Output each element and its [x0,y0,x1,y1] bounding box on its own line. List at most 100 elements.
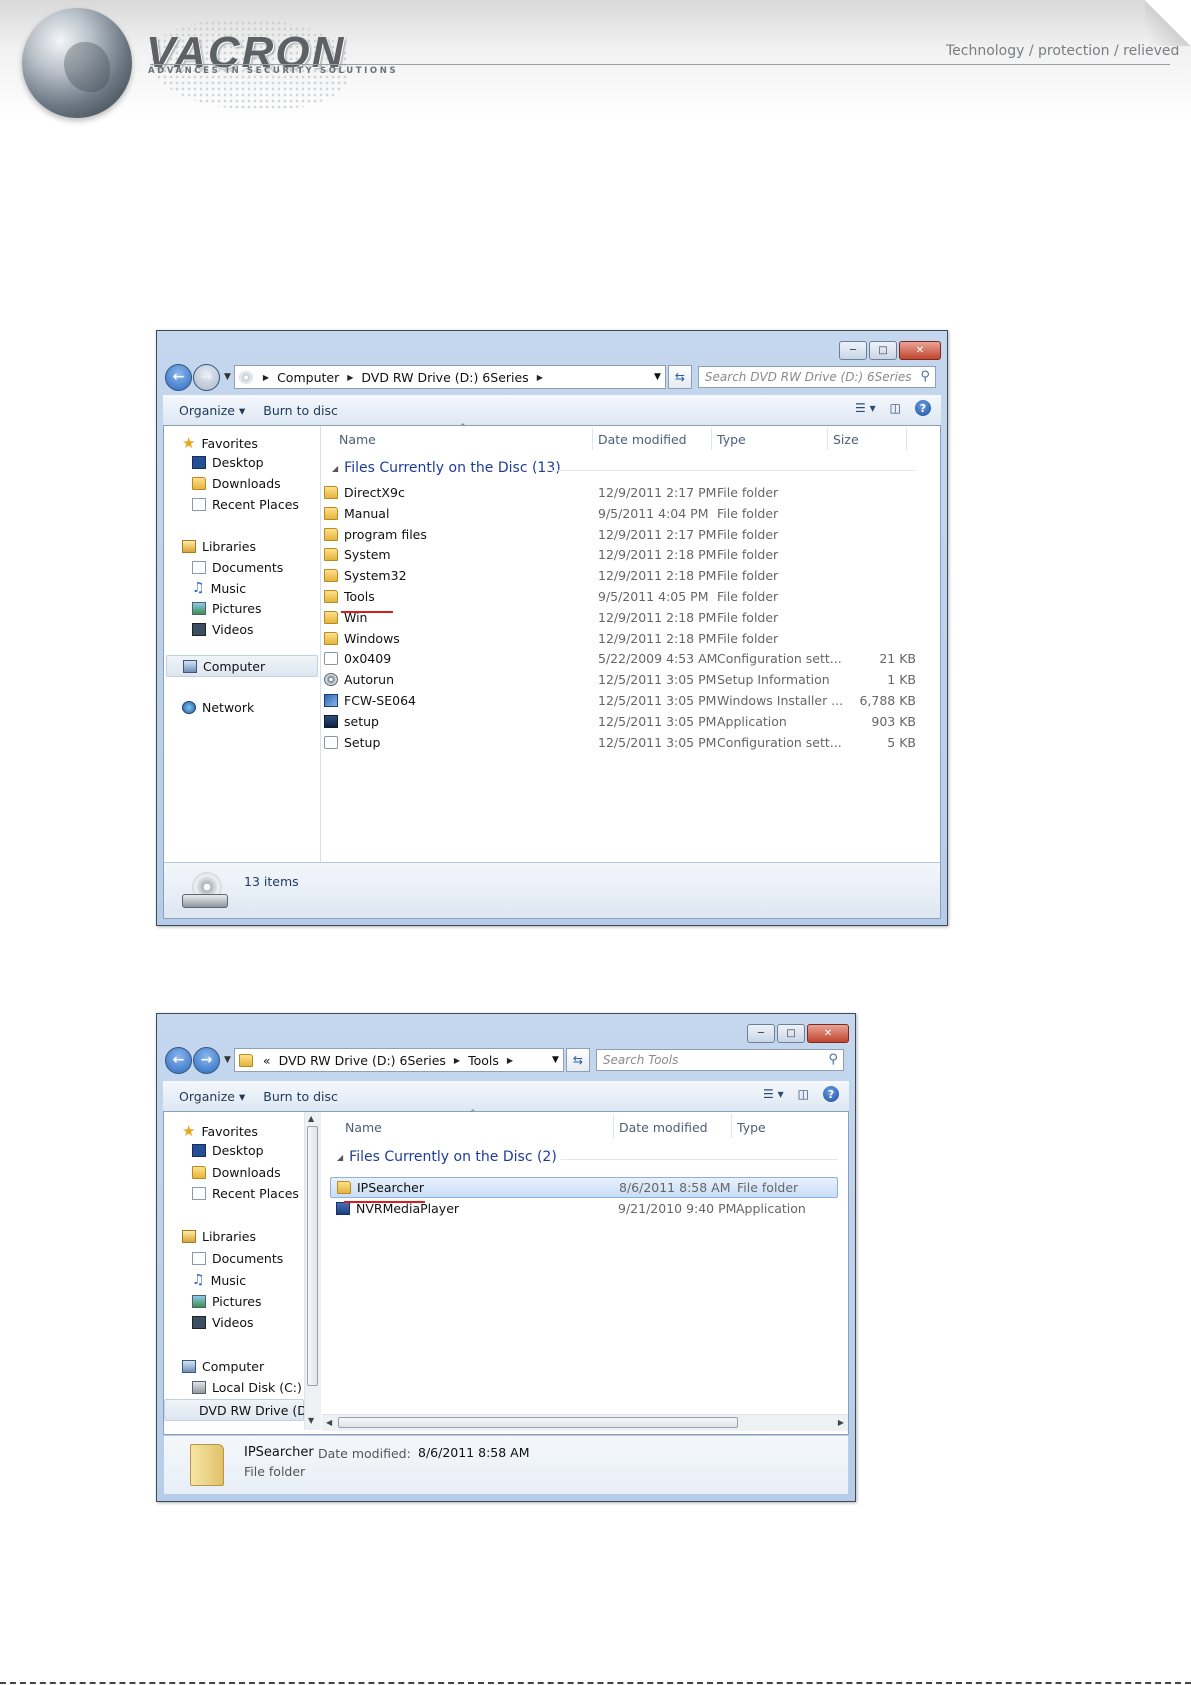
maximize-button[interactable]: □ [869,341,897,360]
group-header[interactable]: ◢ Files Currently on the Disc (13) [332,460,561,476]
back-button[interactable]: ← [165,363,192,391]
nav-libraries[interactable]: Libraries [182,1229,256,1244]
scroll-thumb[interactable] [307,1126,318,1386]
collapse-triangle-icon[interactable]: ◢ [332,464,338,473]
column-type[interactable]: Type [737,1120,766,1135]
nav-computer[interactable]: Computer [182,1359,264,1374]
column-type[interactable]: Type [717,432,746,447]
nav-music[interactable]: ♫ Music [192,580,246,596]
back-button[interactable]: ← [165,1046,192,1074]
file-list-horizontal-scrollbar[interactable]: ◀ ▶ [322,1414,848,1431]
breadcrumb-tools[interactable]: Tools [468,1053,499,1068]
file-row[interactable]: System 12/9/2011 2:18 PM File folder [324,546,920,565]
column-name[interactable]: Name [345,1120,382,1135]
file-row[interactable]: 0x0409 5/22/2009 4:53 AM Configuration set… [324,650,920,669]
chevron-down-icon[interactable]: ▼ [654,372,661,382]
address-bar[interactable]: « DVD RW Drive (D:) 6Series ▶ Tools ▶ ▼ [233,1048,564,1072]
search-placeholder: Search DVD RW Drive (D:) 6Series [704,370,912,384]
nav-videos[interactable]: Videos [192,622,254,637]
collapse-triangle-icon[interactable]: ◢ [337,1153,343,1162]
nav-label: Pictures [212,601,262,616]
organize-menu[interactable]: Organize ▾ [179,1089,245,1104]
file-row[interactable]: FCW-SE064 12/5/2011 3:05 PM Windows Instal… [324,692,920,711]
nav-desktop[interactable]: Desktop [192,455,264,470]
nav-recent-places[interactable]: Recent Places [192,497,299,512]
nav-network[interactable]: Network [182,700,254,715]
refresh-button[interactable]: ⇆ [667,365,692,389]
scroll-thumb[interactable] [338,1417,738,1428]
recent-pages-dropdown-icon[interactable]: ▼ [224,1055,231,1065]
forward-button[interactable]: → [193,363,220,391]
file-row[interactable]: DirectX9c 12/9/2011 2:17 PM File folder [324,484,920,503]
breadcrumb-computer[interactable]: Computer [277,370,339,385]
nav-music[interactable]: ♫ Music [192,1272,246,1288]
refresh-button[interactable]: ⇆ [565,1048,590,1072]
close-button[interactable]: ✕ [807,1024,849,1043]
file-row[interactable]: IPSearcher 8/6/2011 8:58 AM File folder [330,1177,838,1198]
minimize-button[interactable]: ─ [839,341,867,360]
breadcrumb-dvd-drive[interactable]: DVD RW Drive (D:) 6Series [279,1053,446,1068]
maximize-button[interactable]: □ [777,1024,805,1043]
help-icon[interactable]: ? [823,1086,839,1102]
view-options-icon[interactable]: ☰ ▾ [855,401,876,415]
organize-menu[interactable]: Organize ▾ [179,403,245,418]
breadcrumb-dvd-drive[interactable]: DVD RW Drive (D:) 6Series [361,370,528,385]
search-input[interactable]: Search Tools ⚲ [595,1049,844,1071]
nav-downloads[interactable]: Downloads [192,1165,281,1180]
group-header-label: Files Currently on the Disc (13) [344,460,561,476]
file-row[interactable]: Win 12/9/2011 2:18 PM File folder [324,609,920,628]
file-row[interactable]: Windows 12/9/2011 2:18 PM File folder [324,630,920,649]
search-icon[interactable]: ⚲ [920,369,930,384]
file-row[interactable]: Manual 9/5/2011 4:04 PM File folder [324,505,920,524]
file-row[interactable]: Tools 9/5/2011 4:05 PM File folder [324,588,920,607]
help-icon[interactable]: ? [915,400,931,416]
nav-libraries[interactable]: Libraries [182,539,256,554]
burn-to-disc-button[interactable]: Burn to disc [263,1089,338,1104]
file-row[interactable]: program files 12/9/2011 2:17 PM File folde… [324,526,920,545]
nav-pictures[interactable]: Pictures [192,1294,262,1309]
forward-button[interactable]: → [193,1046,220,1074]
scroll-up-icon[interactable]: ▲ [308,1114,314,1123]
scroll-left-icon[interactable]: ◀ [326,1418,332,1427]
breadcrumb-overflow[interactable]: « [263,1053,271,1068]
file-name-cell: System32 [324,568,407,583]
nav-local-disk[interactable]: Local Disk (C:) [192,1380,302,1395]
preview-pane-icon[interactable]: ◫ [798,1087,809,1101]
column-date-modified[interactable]: Date modified [598,432,687,447]
file-row[interactable]: Setup 12/5/2011 3:05 PM Configuration sett… [324,734,920,753]
file-name-cell: Setup [324,735,380,750]
minimize-button[interactable]: ─ [747,1024,775,1043]
nav-favorites[interactable]: ★ Favorites [182,434,258,452]
scroll-down-icon[interactable]: ▼ [308,1416,314,1425]
nav-dvd-drive[interactable]: DVD RW Drive (D [164,1399,304,1421]
close-button[interactable]: ✕ [899,341,941,360]
search-icon[interactable]: ⚲ [828,1052,838,1067]
burn-to-disc-button[interactable]: Burn to disc [263,403,338,418]
nav-recent-places[interactable]: Recent Places [192,1186,299,1201]
recent-pages-dropdown-icon[interactable]: ▼ [224,372,231,382]
file-row[interactable]: setup 12/5/2011 3:05 PM Application 903 KB [324,713,920,732]
nav-favorites[interactable]: ★ Favorites [182,1122,258,1140]
nav-videos[interactable]: Videos [192,1315,254,1330]
column-date-modified[interactable]: Date modified [619,1120,708,1135]
nav-pictures[interactable]: Pictures [192,601,262,616]
nav-documents[interactable]: Documents [192,560,283,575]
file-row[interactable]: System32 12/9/2011 2:18 PM File folder [324,567,920,586]
nav-pane-scrollbar[interactable]: ▲ ▼ [304,1112,321,1430]
scroll-right-icon[interactable]: ▶ [838,1418,844,1427]
chevron-down-icon[interactable]: ▼ [552,1055,559,1065]
folder-icon [324,569,338,583]
column-size[interactable]: Size [833,432,859,447]
group-header[interactable]: ◢ Files Currently on the Disc (2) [337,1149,557,1165]
nav-documents[interactable]: Documents [192,1251,283,1266]
column-name[interactable]: Name [339,432,376,447]
nav-computer[interactable]: Computer [166,655,318,677]
search-input[interactable]: Search DVD RW Drive (D:) 6Series ⚲ [697,366,936,388]
preview-pane-icon[interactable]: ◫ [890,401,901,415]
view-options-icon[interactable]: ☰ ▾ [763,1087,784,1101]
nav-desktop[interactable]: Desktop [192,1143,264,1158]
nav-downloads[interactable]: Downloads [192,476,281,491]
address-bar[interactable]: ▶ Computer ▶ DVD RW Drive (D:) 6Series ▶… [233,365,666,389]
file-row[interactable]: Autorun 12/5/2011 3:05 PM Setup Informatio… [324,671,920,690]
file-name: DirectX9c [344,485,405,500]
